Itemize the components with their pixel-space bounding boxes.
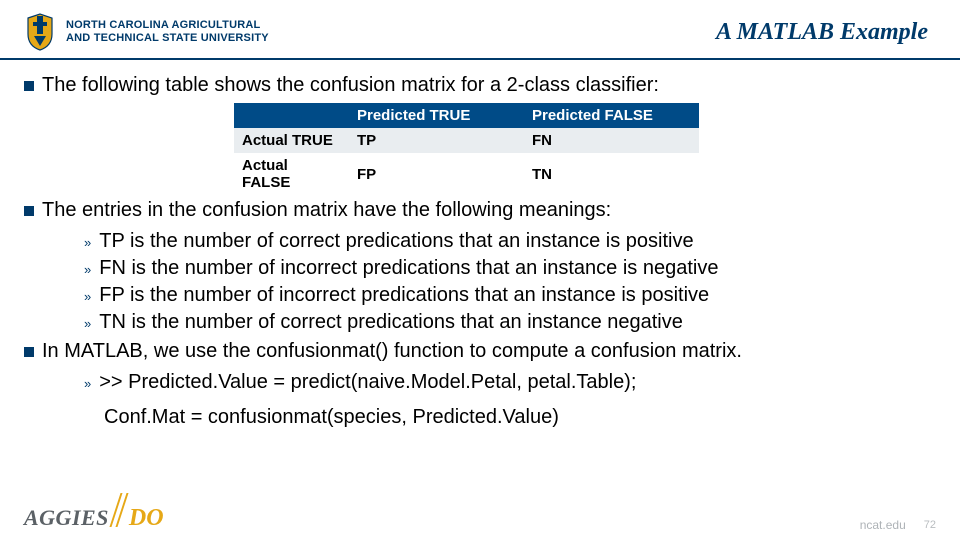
code-list: » >> Predicted.Value = predict(naive.Mod… xyxy=(84,369,936,396)
slash-divider-icon xyxy=(107,497,131,525)
slide-title: A MATLAB Example xyxy=(716,19,928,46)
list-item: » FP is the number of incorrect predicat… xyxy=(84,282,936,309)
code-line-1: >> Predicted.Value = predict(naive.Model… xyxy=(99,369,636,396)
page-number: 72 xyxy=(924,519,936,531)
slide-footer: AGGIES DO ncat.edu 72 xyxy=(24,497,936,532)
university-name-line1: NORTH CAROLINA AGRICULTURAL xyxy=(66,19,269,32)
university-logo: NORTH CAROLINA AGRICULTURAL AND TECHNICA… xyxy=(24,12,269,52)
site-url: ncat.edu xyxy=(860,518,906,532)
list-item: » >> Predicted.Value = predict(naive.Mod… xyxy=(84,369,936,396)
slide-header: NORTH CAROLINA AGRICULTURAL AND TECHNICA… xyxy=(0,0,960,60)
university-name-line2: AND TECHNICAL STATE UNIVERSITY xyxy=(66,32,269,45)
cell-fn: FN xyxy=(524,128,699,153)
square-bullet-icon xyxy=(24,81,34,91)
table-row: Actual TRUE TP FN xyxy=(234,128,699,153)
chevron-bullet-icon: » xyxy=(84,288,91,309)
cell-tp: TP xyxy=(349,128,524,153)
definitions-list: » TP is the number of correct predicatio… xyxy=(84,228,936,336)
cell-actual-false: Actual FALSE xyxy=(234,153,349,195)
th-predicted-false: Predicted FALSE xyxy=(524,103,699,128)
ncat-shield-icon xyxy=(24,12,56,52)
bullet-1-text: The following table shows the confusion … xyxy=(42,74,659,97)
bullet-2: The entries in the confusion matrix have… xyxy=(24,199,936,222)
def-fn: FN is the number of incorrect predicatio… xyxy=(99,255,718,282)
square-bullet-icon xyxy=(24,206,34,216)
slide-content: The following table shows the confusion … xyxy=(0,60,960,429)
chevron-bullet-icon: » xyxy=(84,234,91,255)
square-bullet-icon xyxy=(24,347,34,357)
do-text: DO xyxy=(129,505,164,532)
bullet-3: In MATLAB, we use the confusionmat() fun… xyxy=(24,340,936,363)
aggies-text: AGGIES xyxy=(24,505,109,531)
chevron-bullet-icon: » xyxy=(84,261,91,282)
footer-right: ncat.edu 72 xyxy=(860,518,936,532)
cell-actual-true: Actual TRUE xyxy=(234,128,349,153)
th-predicted-true: Predicted TRUE xyxy=(349,103,524,128)
def-tp: TP is the number of correct predications… xyxy=(99,228,693,255)
list-item: » TP is the number of correct predicatio… xyxy=(84,228,936,255)
def-fp: FP is the number of incorrect predicatio… xyxy=(99,282,709,309)
list-item: » TN is the number of correct predicatio… xyxy=(84,309,936,336)
chevron-bullet-icon: » xyxy=(84,315,91,336)
bullet-3-text: In MATLAB, we use the confusionmat() fun… xyxy=(42,340,742,363)
confusion-matrix-table: Predicted TRUE Predicted FALSE Actual TR… xyxy=(234,103,699,195)
chevron-bullet-icon: » xyxy=(84,375,91,396)
table-row: Actual FALSE FP TN xyxy=(234,153,699,195)
aggies-do-logo: AGGIES DO xyxy=(24,497,164,532)
code-line-2: Conf.Mat = confusionmat(species, Predict… xyxy=(104,406,936,429)
table-header-row: Predicted TRUE Predicted FALSE xyxy=(234,103,699,128)
cell-fp: FP xyxy=(349,153,524,195)
def-tn: TN is the number of correct predications… xyxy=(99,309,683,336)
bullet-1: The following table shows the confusion … xyxy=(24,74,936,97)
university-name: NORTH CAROLINA AGRICULTURAL AND TECHNICA… xyxy=(66,19,269,45)
bullet-2-text: The entries in the confusion matrix have… xyxy=(42,199,611,222)
list-item: » FN is the number of incorrect predicat… xyxy=(84,255,936,282)
th-empty xyxy=(234,103,349,128)
cell-tn: TN xyxy=(524,153,699,195)
